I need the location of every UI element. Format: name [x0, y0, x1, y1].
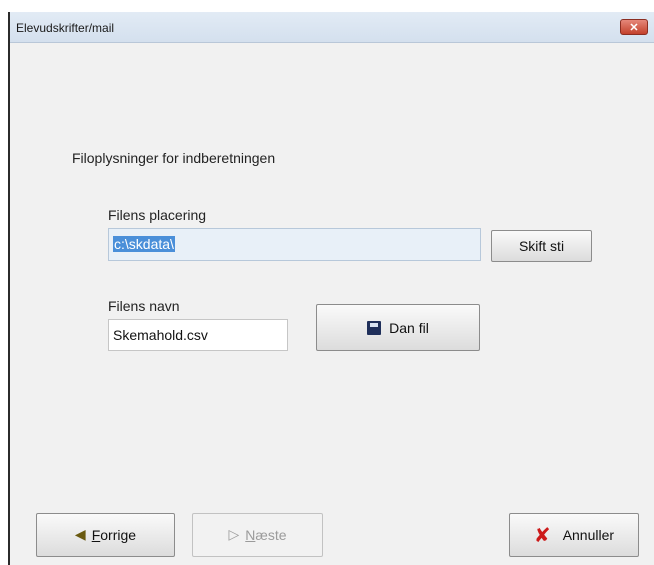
create-file-button[interactable]: Dan fil: [316, 304, 480, 351]
window-title: Elevudskrifter/mail: [16, 21, 115, 35]
change-path-label: Skift sti: [518, 238, 565, 254]
cancel-x-icon: ✘: [533, 523, 551, 547]
create-file-label: Dan fil: [389, 319, 429, 336]
cancel-label: Annuller: [562, 527, 615, 543]
title-bar[interactable]: Elevudskrifter/mail ✕: [10, 12, 654, 43]
file-name-input[interactable]: Skemahold.csv: [108, 319, 288, 351]
cancel-button[interactable]: ✘ Annuller: [509, 513, 639, 557]
close-button[interactable]: ✕: [620, 19, 648, 35]
file-location-input[interactable]: c:\skdata\: [108, 228, 481, 261]
previous-button[interactable]: ◀ Forrige: [36, 513, 175, 557]
file-location-value: c:\skdata\: [113, 236, 175, 252]
next-button[interactable]: ▷ Næste: [192, 513, 323, 557]
close-icon: ✕: [629, 21, 639, 34]
section-title: Filoplysninger for indberetningen: [72, 150, 276, 166]
dialog-window: Elevudskrifter/mail ✕ Filoplysninger for…: [8, 12, 654, 565]
previous-label: Forrige: [91, 527, 137, 543]
arrow-right-icon: ▷: [228, 527, 240, 543]
file-name-label: Filens navn: [108, 298, 180, 314]
file-location-label: Filens placering: [108, 207, 207, 223]
change-path-button[interactable]: Skift sti: [491, 230, 592, 262]
next-label: Næste: [245, 527, 287, 543]
arrow-left-icon: ◀: [74, 527, 86, 543]
floppy-disk-icon: [367, 320, 382, 335]
